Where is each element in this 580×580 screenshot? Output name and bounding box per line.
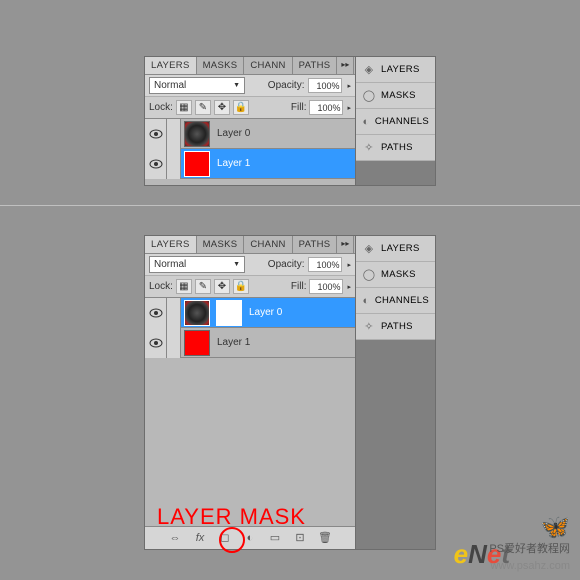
layers-panel-2: LAYERS MASKS CHANN PATHS ▸▸ ▾≡ Normal▼ O… — [144, 235, 356, 550]
tab-layers[interactable]: LAYERS — [145, 236, 197, 253]
layer-name[interactable]: Layer 0 — [217, 128, 250, 139]
layer-row[interactable]: Layer 0 — [145, 298, 355, 328]
visibility-eye-icon[interactable] — [145, 149, 167, 179]
lock-label: Lock: — [149, 102, 173, 113]
side-masks[interactable]: ◯MASKS — [356, 83, 435, 109]
collapse-icon[interactable]: ▸▸ — [337, 236, 353, 253]
side-paths[interactable]: ✧PATHS — [356, 135, 435, 161]
layer-mask-thumbnail[interactable] — [216, 300, 242, 326]
lock-transparency-icon[interactable]: ▦ — [176, 279, 192, 294]
link-column — [167, 328, 181, 358]
side-panel: ◈LAYERS ◯MASKS ◐CHANNELS ✧PATHS — [356, 56, 436, 186]
butterfly-icon: 🦋 — [540, 513, 570, 542]
tab-masks[interactable]: MASKS — [197, 236, 245, 253]
layer-thumbnail[interactable] — [184, 330, 210, 356]
blend-mode-value: Normal — [154, 80, 186, 91]
layer-thumbnail[interactable] — [184, 300, 210, 326]
tab-paths[interactable]: PATHS — [293, 57, 338, 74]
paths-icon: ✧ — [362, 141, 376, 155]
lock-label: Lock: — [149, 281, 173, 292]
side-layers[interactable]: ◈LAYERS — [356, 236, 435, 262]
layer-name[interactable]: Layer 1 — [217, 158, 250, 169]
visibility-eye-icon[interactable] — [145, 298, 167, 328]
link-layers-icon[interactable]: ⇔ — [168, 531, 183, 545]
blend-mode-value: Normal — [154, 259, 186, 270]
opacity-label: Opacity: — [268, 80, 305, 91]
layer-row[interactable]: Layer 0 — [145, 119, 355, 149]
tab-layers[interactable]: LAYERS — [145, 57, 197, 74]
lock-pixels-icon[interactable]: ✎ — [195, 100, 211, 115]
side-paths[interactable]: ✧PATHS — [356, 314, 435, 340]
link-column — [167, 119, 181, 149]
lock-all-icon[interactable]: 🔒 — [233, 279, 249, 294]
new-layer-icon[interactable]: ⊡ — [293, 531, 308, 545]
layers-panel-1: LAYERS MASKS CHANN PATHS ▸▸ ▾≡ Normal▼ O… — [144, 56, 356, 186]
collapse-icon[interactable]: ▸▸ — [337, 57, 353, 74]
delete-layer-icon[interactable]: 🗑 — [318, 531, 333, 545]
lock-position-icon[interactable]: ✥ — [214, 100, 230, 115]
layer-thumbnail[interactable] — [184, 121, 210, 147]
tab-paths[interactable]: PATHS — [293, 236, 338, 253]
layer-row[interactable]: Layer 1 — [145, 149, 355, 179]
side-panel: ◈LAYERS ◯MASKS ◐CHANNELS ✧PATHS — [356, 235, 436, 550]
side-channels[interactable]: ◐CHANNELS — [356, 288, 435, 314]
layer-name[interactable]: Layer 0 — [249, 307, 282, 318]
lock-pixels-icon[interactable]: ✎ — [195, 279, 211, 294]
tab-channels[interactable]: CHANN — [244, 236, 292, 253]
blend-mode-dropdown[interactable]: Normal▼ — [149, 256, 245, 273]
tab-masks[interactable]: MASKS — [197, 57, 245, 74]
paths-icon: ✧ — [362, 320, 376, 334]
watermark-text: PS爱好者教程网 — [489, 540, 570, 556]
opacity-input[interactable]: 100% — [308, 78, 342, 93]
visibility-eye-icon[interactable] — [145, 328, 167, 358]
blend-mode-dropdown[interactable]: Normal▼ — [149, 77, 245, 94]
masks-icon: ◯ — [362, 268, 376, 282]
annotation-circle — [219, 527, 245, 553]
fill-input[interactable]: 100% — [309, 100, 343, 115]
masks-icon: ◯ — [362, 89, 376, 103]
layers-icon: ◈ — [362, 63, 376, 77]
panel-tabs: LAYERS MASKS CHANN PATHS ▸▸ ▾≡ — [145, 57, 355, 75]
lock-transparency-icon[interactable]: ▦ — [176, 100, 192, 115]
lock-all-icon[interactable]: 🔒 — [233, 100, 249, 115]
opacity-label: Opacity: — [268, 259, 305, 270]
layer-name[interactable]: Layer 1 — [217, 337, 250, 348]
layer-row[interactable]: Layer 1 — [145, 328, 355, 358]
watermark-url: www.psahz.com — [491, 560, 570, 572]
layers-icon: ◈ — [362, 242, 376, 256]
channels-icon: ◐ — [362, 115, 370, 129]
fill-label: Fill: — [291, 281, 307, 292]
visibility-eye-icon[interactable] — [145, 119, 167, 149]
tab-channels[interactable]: CHANN — [244, 57, 292, 74]
side-channels[interactable]: ◐CHANNELS — [356, 109, 435, 135]
fill-input[interactable]: 100% — [309, 279, 343, 294]
side-masks[interactable]: ◯MASKS — [356, 262, 435, 288]
layer-style-icon[interactable]: fx — [193, 531, 208, 545]
side-layers[interactable]: ◈LAYERS — [356, 57, 435, 83]
fill-label: Fill: — [291, 102, 307, 113]
link-column — [167, 149, 181, 179]
panel-tabs: LAYERS MASKS CHANN PATHS ▸▸ ▾≡ — [145, 236, 355, 254]
channels-icon: ◐ — [362, 294, 370, 308]
layer-thumbnail[interactable] — [184, 151, 210, 177]
lock-position-icon[interactable]: ✥ — [214, 279, 230, 294]
opacity-input[interactable]: 100% — [308, 257, 342, 272]
link-column — [167, 298, 181, 328]
new-group-icon[interactable]: ▭ — [268, 531, 283, 545]
